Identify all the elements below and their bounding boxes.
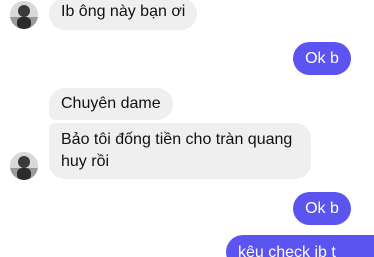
outgoing-message[interactable]: Ok b xyxy=(293,192,351,225)
incoming-message[interactable]: Ib ông này bạn ơi xyxy=(49,0,198,30)
contact-avatar-icon[interactable] xyxy=(10,1,38,29)
message-text-line: Bảo tôi đống tiền cho tràn quang xyxy=(61,131,293,148)
outgoing-message[interactable]: kêu check ib t xyxy=(226,235,374,257)
message-text-line: huy rồi xyxy=(61,153,110,170)
chat-thread: Ib ông này bạn ơi Ok b Chuyên dame Bảo t… xyxy=(0,0,374,257)
contact-avatar-icon[interactable] xyxy=(10,152,38,180)
message-text: Ok b xyxy=(305,200,339,217)
message-text: Ok b xyxy=(305,50,339,67)
incoming-message[interactable]: Chuyên dame xyxy=(49,88,173,120)
message-text: Chuyên dame xyxy=(61,95,161,112)
message-text: kêu check ib t xyxy=(238,244,336,257)
message-text: Ib ông này bạn ơi xyxy=(61,3,186,20)
incoming-message[interactable]: Bảo tôi đống tiền cho tràn quang huy rồi xyxy=(49,123,311,179)
outgoing-message[interactable]: Ok b xyxy=(293,42,351,75)
